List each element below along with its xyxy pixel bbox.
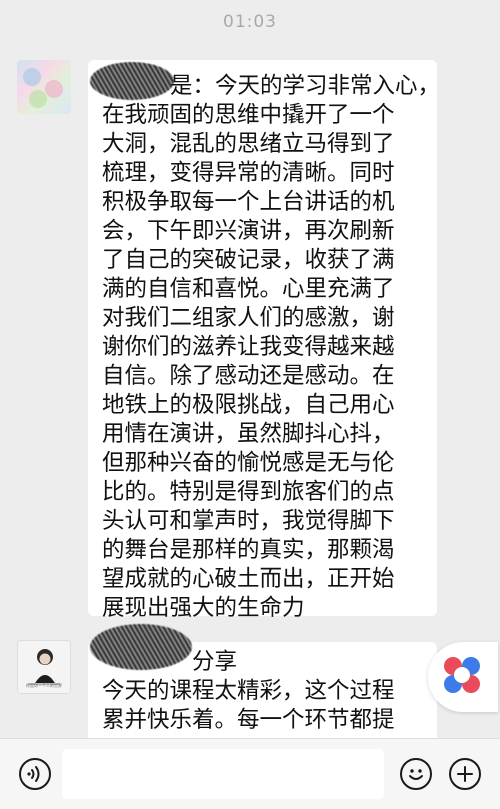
message-line: 谢你们的滋养让我变得越来越 — [102, 334, 395, 360]
message-line: 的舞台是那样的真实，那颗渴 — [102, 537, 395, 563]
message-time: 01:03 — [223, 12, 277, 32]
message-line: 望成就的心破土而出，正开始 — [102, 566, 395, 592]
message-line: 自信。除了感动还是感动。在 — [102, 363, 395, 389]
message-line: 梳理，变得异常的清晰。同时 — [102, 160, 395, 186]
message-line: 对我们二组家人们的感激，谢 — [102, 305, 395, 331]
sender-name-suffix: 分享 — [192, 649, 238, 675]
message-line: 头认可和掌声时，我觉得脚下 — [102, 508, 395, 534]
message-bubble[interactable]: 是：今天的学习非常入心， 在我顽固的思维中撬开了一个 大洞，混乱的思绪立马得到了… — [88, 60, 440, 621]
message-line: 在我顽固的思维中撬开了一个 — [102, 102, 395, 128]
message-line: 今天的学习非常入心， — [215, 73, 441, 99]
message-text: 是：今天的学习非常入心， 在我顽固的思维中撬开了一个 大洞，混乱的思绪立马得到了… — [102, 72, 440, 623]
sender-avatar[interactable] — [17, 60, 71, 114]
input-toolbar — [0, 738, 500, 809]
voice-icon — [27, 766, 40, 782]
sender-name-suffix: 是： — [170, 73, 216, 99]
message-line: 展现出强大的生命力 — [102, 595, 305, 621]
floating-app-icon — [444, 657, 480, 693]
message-text: 分享 今天的课程太精彩，这个过程 累并快乐着。每一个环节都提 — [102, 648, 432, 735]
avatar-caption: 你是你一个人的世界 — [26, 683, 62, 688]
message-bubble[interactable]: 分享 今天的课程太精彩，这个过程 累并快乐着。每一个环节都提 — [88, 624, 437, 752]
message-line: 用情在演讲，虽然脚抖心抖， — [102, 421, 395, 447]
more-button[interactable] — [449, 758, 481, 790]
voice-button[interactable] — [19, 758, 51, 790]
floating-app-button[interactable] — [428, 642, 498, 712]
message-line: 大洞，混乱的思绪立马得到了 — [102, 131, 395, 157]
message-line: 今天的课程太精彩，这个过程 — [102, 678, 395, 704]
emoji-button[interactable] — [400, 758, 432, 790]
message-line: 但那种兴奋的愉悦感是无与伦 — [102, 450, 395, 476]
message-input[interactable] — [62, 749, 384, 799]
message-line: 比的。特别是得到旅客们的点 — [102, 479, 395, 505]
message-line: 累并快乐着。每一个环节都提 — [102, 707, 395, 733]
plus-icon — [457, 766, 473, 782]
message-line: 积极争取每一个上台讲话的机 — [102, 189, 395, 215]
message-line: 地铁上的极限挑战，自己用心 — [102, 392, 395, 418]
message-line: 会，下午即兴演讲，再次刷新 — [102, 218, 395, 244]
emoji-icon — [409, 769, 423, 780]
sender-avatar[interactable]: 你是你一个人的世界 — [17, 640, 71, 694]
message-line: 满的自信和喜悦。心里充满了 — [102, 276, 395, 302]
message-line: 了自己的突破记录，收获了满 — [102, 247, 395, 273]
